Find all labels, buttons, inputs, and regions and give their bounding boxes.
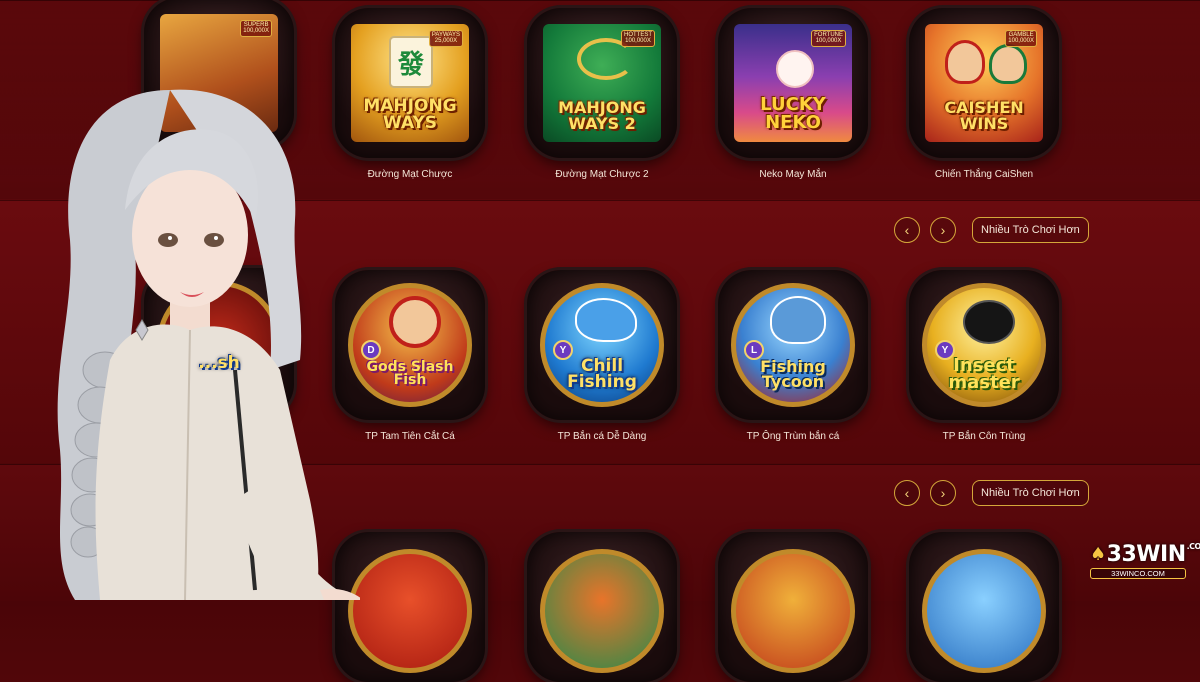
shark-icon <box>575 298 637 342</box>
game-card-insect-master[interactable]: Y Insect master <box>909 270 1059 420</box>
game-label[interactable]: Neko May Mắn <box>698 169 888 180</box>
god-face-icon <box>389 296 441 348</box>
god-face-icon <box>945 40 985 84</box>
game-card-caishen-wins[interactable]: GAMBLE 100,000X CAISHEN WINS <box>909 8 1059 158</box>
provider-letter-icon: Y <box>553 340 573 360</box>
game-title-art: LUCKY NEKO <box>760 94 826 133</box>
more-games-button[interactable]: Nhiều Trò Chơi Hơn <box>972 217 1089 243</box>
game-label[interactable]: TP Bắn Côn Trùng <box>889 431 1079 442</box>
game-label[interactable]: TP Ông Trùm bắn cá <box>698 431 888 442</box>
game-badge: HOTTEST 100,000X <box>621 30 655 47</box>
game-title-art: Insect master <box>948 354 1020 393</box>
game-thumbnail: FORTUNE 100,000X LUCKY NEKO <box>734 24 852 142</box>
game-thumbnail: D Gods Slash Fish <box>348 283 472 407</box>
game-label[interactable]: Đường Mạt Chược 2 <box>507 169 697 180</box>
game-thumbnail: L Fishing Tycoon <box>731 283 855 407</box>
provider-letter-icon: D <box>361 340 381 360</box>
game-thumbnail: HOTTEST 100,000X MAHJONG WAYS 2 <box>543 24 661 142</box>
game-thumbnail <box>540 549 664 673</box>
game-title-art: Fishing Tycoon <box>760 356 826 391</box>
god-face-icon <box>989 44 1027 84</box>
row-controls: ‹ › Nhiều Trò Chơi Hơn <box>894 480 1089 506</box>
game-card-fishing-tycoon[interactable]: L Fishing Tycoon <box>718 270 868 420</box>
spade-icon: ♠ <box>1090 544 1106 565</box>
row-controls: ‹ › Nhiều Trò Chơi Hơn <box>894 217 1089 243</box>
game-title-art: Gods Slash Fish <box>366 358 454 388</box>
game-title-art: Chill Fishing <box>567 355 637 392</box>
game-badge: GAMBLE 100,000X <box>1005 30 1037 47</box>
game-thumbnail <box>348 549 472 673</box>
game-card-lucky-neko[interactable]: FORTUNE 100,000X LUCKY NEKO <box>718 8 868 158</box>
shark-icon <box>770 296 826 344</box>
game-thumbnail <box>922 549 1046 673</box>
game-card-row3-2[interactable] <box>527 532 677 682</box>
logo-wordmark: ♠ 33WIN .CO <box>1090 542 1200 567</box>
insect-icon <box>963 300 1015 344</box>
game-title-art: MAHJONG WAYS <box>363 96 457 133</box>
next-button[interactable]: › <box>930 217 956 243</box>
prev-button[interactable]: ‹ <box>894 480 920 506</box>
game-badge: SUPERB 100,000X <box>240 20 272 37</box>
more-games-button[interactable]: Nhiều Trò Chơi Hơn <box>972 480 1089 506</box>
logo-url: 33WINCO.COM <box>1090 568 1186 579</box>
game-title-art: CAISHEN WINS <box>944 98 1024 133</box>
brand-logo: ♠ 33WIN .CO 33WINCO.COM <box>1090 542 1200 584</box>
logo-suffix: .CO <box>1186 542 1200 551</box>
game-thumbnail: Y Insect master <box>922 283 1046 407</box>
game-card-mahjong-ways-2[interactable]: HOTTEST 100,000X MAHJONG WAYS 2 <box>527 8 677 158</box>
game-title-art: ...sh <box>198 352 240 373</box>
game-badge: FORTUNE 100,000X <box>811 30 846 47</box>
game-label[interactable]: TP Bắn cá Dễ Dàng <box>507 431 697 442</box>
game-thumbnail <box>731 549 855 673</box>
provider-letter-icon: L <box>744 340 764 360</box>
provider-letter-icon: Y <box>935 340 955 360</box>
game-thumbnail: PAYWAYS 25,000X 發 MAHJONG WAYS <box>351 24 469 142</box>
lucky-cat-icon <box>776 50 814 88</box>
game-label[interactable]: Chiến Thắng CaiShen <box>889 169 1079 180</box>
game-card-row3-3[interactable] <box>718 532 868 682</box>
next-button[interactable]: › <box>930 480 956 506</box>
game-card-row3-4[interactable] <box>909 532 1059 682</box>
character-illustration <box>57 89 360 600</box>
mahjong-tile-icon: 發 <box>389 36 433 88</box>
prev-button[interactable]: ‹ <box>894 217 920 243</box>
game-thumbnail: Y Chill Fishing <box>540 283 664 407</box>
logo-text: 33WIN <box>1106 542 1186 567</box>
game-badge: PAYWAYS 25,000X <box>428 30 463 47</box>
game-title-art: MAHJONG WAYS 2 <box>558 98 646 133</box>
game-card-chill-fishing[interactable]: Y Chill Fishing <box>527 270 677 420</box>
game-thumbnail: GAMBLE 100,000X CAISHEN WINS <box>925 24 1043 142</box>
